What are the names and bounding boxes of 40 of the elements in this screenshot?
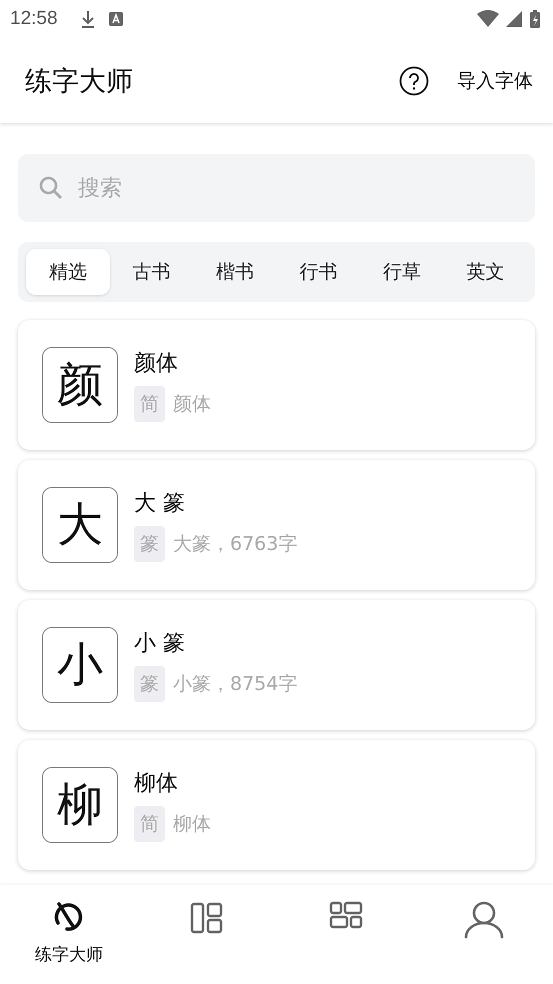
signal-icon xyxy=(505,10,523,28)
profile-icon xyxy=(464,901,504,939)
category-tab[interactable]: 行草 xyxy=(360,249,444,295)
app-title: 练字大师 xyxy=(25,64,133,98)
script-tag: 简 xyxy=(134,806,165,842)
font-description: 大篆，6763字 xyxy=(173,532,298,557)
search-field[interactable]: 搜索 xyxy=(18,154,535,222)
help-icon[interactable] xyxy=(399,66,429,96)
grid-icon xyxy=(328,901,363,929)
font-name: 大 篆 xyxy=(134,490,186,518)
font-card[interactable]: 柳 柳体 简 柳体 xyxy=(18,740,535,870)
script-tag: 篆 xyxy=(134,526,165,562)
script-tag: 篆 xyxy=(134,666,165,702)
wifi-icon xyxy=(477,10,499,28)
download-icon xyxy=(80,9,96,29)
font-card[interactable]: 颜 颜体 简 颜体 xyxy=(18,320,535,450)
font-name: 小 篆 xyxy=(134,630,186,658)
font-description: 柳体 xyxy=(173,812,211,837)
category-tab[interactable]: 行书 xyxy=(276,249,360,295)
category-tab[interactable]: 英文 xyxy=(444,249,527,295)
script-tag: 简 xyxy=(134,386,165,422)
font-card[interactable]: 小 小 篆 篆 小篆，8754字 xyxy=(18,600,535,730)
category-tab[interactable]: 古书 xyxy=(110,249,193,295)
import-font-button[interactable]: 导入字体 xyxy=(455,64,535,98)
status-time: 12:58 xyxy=(10,8,58,30)
layout-icon xyxy=(190,901,224,935)
keyboard-icon xyxy=(108,11,124,27)
nav-tab[interactable]: 练字大师 xyxy=(0,885,138,984)
font-preview: 颜 xyxy=(42,347,118,423)
battery-icon xyxy=(529,9,541,29)
font-name: 颜体 xyxy=(134,350,179,378)
font-preview: 大 xyxy=(42,487,118,563)
font-description: 颜体 xyxy=(173,392,211,417)
font-preview: 柳 xyxy=(42,767,118,843)
font-preview: 小 xyxy=(42,627,118,703)
category-tab[interactable]: 楷书 xyxy=(193,249,276,295)
font-name: 柳体 xyxy=(134,770,179,798)
category-tab[interactable]: 精选 xyxy=(26,249,110,295)
font-card[interactable]: 大 大 篆 篆 大篆，6763字 xyxy=(18,460,535,590)
font-description: 小篆，8754字 xyxy=(173,672,298,697)
